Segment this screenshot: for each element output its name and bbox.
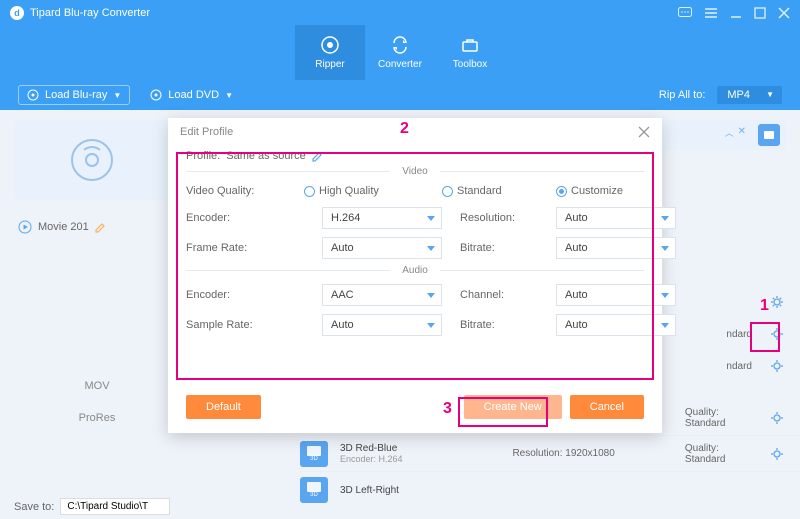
rip-all-label: Rip All to: (659, 89, 705, 101)
app-logo: d Tipard Blu-ray Converter (10, 6, 150, 20)
ripper-icon (320, 35, 340, 55)
feedback-icon[interactable] (678, 7, 692, 19)
sidebar-item-mov[interactable]: MOV (14, 370, 180, 402)
resolution-label: Resolution: (460, 212, 538, 224)
audio-samplerate-select[interactable]: Auto (322, 314, 442, 336)
channel-label: Channel: (460, 289, 538, 301)
radio-high-quality[interactable]: High Quality (304, 185, 442, 197)
play-icon (18, 220, 32, 234)
audio-channel-select[interactable]: Auto (556, 284, 676, 306)
profile-res: Resolution: 1920x1080 (512, 448, 644, 459)
profile-row[interactable]: 3D 3D Red-BlueEncoder: H.264 Resolution:… (300, 436, 800, 472)
gear-icon[interactable] (770, 327, 800, 341)
create-new-button[interactable]: Create New (464, 395, 562, 419)
view-toggles[interactable]: ︿ ✕ (725, 126, 746, 139)
audio-section-header: Audio (186, 265, 644, 276)
profile-title: 3D Left-Right (340, 485, 399, 496)
video-quality-label: Video Quality: (186, 185, 304, 197)
converter-icon (390, 35, 410, 55)
left-panel: Movie 201 MOV ProRes (0, 110, 180, 490)
video-bitrate-select[interactable]: Auto (556, 237, 676, 259)
edit-icon[interactable] (95, 222, 106, 233)
profile-value: Same as source (226, 150, 305, 162)
audio-encoder-select[interactable]: AAC (322, 284, 442, 306)
save-path-input[interactable] (60, 498, 170, 515)
loadbar: Load Blu-ray ▼ Load DVD ▼ Rip All to: MP… (0, 80, 800, 110)
close-icon[interactable] (778, 7, 790, 19)
disc-icon (27, 89, 39, 101)
samplerate-label: Sample Rate: (186, 319, 304, 331)
gear-icon[interactable] (770, 447, 800, 461)
video-encoder-select[interactable]: H.264 (322, 207, 442, 229)
save-label: Save to: (14, 501, 54, 513)
disc-thumbnail[interactable] (14, 120, 169, 200)
encoder-label: Encoder: (186, 212, 304, 224)
default-button[interactable]: Default (186, 395, 261, 419)
video-section-header: Video (186, 166, 644, 177)
minimize-icon[interactable] (730, 7, 742, 19)
close-icon[interactable] (638, 126, 650, 138)
gear-icon[interactable] (770, 295, 800, 309)
load-dvd-button[interactable]: Load DVD ▼ (142, 86, 241, 104)
tab-toolbox[interactable]: Toolbox (435, 25, 505, 80)
profile-quality: Quality: Standard (685, 443, 758, 465)
video-framerate-select[interactable]: Auto (322, 237, 442, 259)
radio-standard[interactable]: Standard (442, 185, 556, 197)
bluray-disc-icon (68, 136, 116, 184)
logo-icon: d (10, 6, 24, 20)
encoder-label: Encoder: (186, 289, 304, 301)
disc-icon (150, 89, 162, 101)
save-bar: Save to: (14, 498, 170, 515)
gear-icon[interactable] (770, 359, 800, 373)
mode-tabs: Ripper Converter Toolbox (0, 25, 800, 80)
movie-title: Movie 201 (38, 221, 89, 233)
bitrate-label: Bitrate: (460, 242, 538, 254)
load-bluray-button[interactable]: Load Blu-ray ▼ (18, 85, 130, 105)
chevron-down-icon: ▼ (225, 91, 233, 100)
bitrate-label: Bitrate: (460, 319, 538, 331)
profile-row[interactable]: 3D 3D Left-Right (300, 472, 800, 508)
audio-bitrate-select[interactable]: Auto (556, 314, 676, 336)
menu-icon[interactable] (704, 7, 718, 19)
toolbox-icon (460, 35, 480, 55)
edit-icon[interactable] (312, 151, 323, 162)
dialog-title: Edit Profile (180, 126, 233, 138)
radio-customize[interactable]: Customize (556, 185, 623, 197)
format-badge-mp4[interactable] (758, 124, 780, 146)
tab-converter[interactable]: Converter (365, 25, 435, 80)
tab-ripper[interactable]: Ripper (295, 25, 365, 80)
close-small-icon[interactable]: ✕ (738, 126, 746, 139)
profile-label: Profile: (186, 150, 220, 162)
cancel-button[interactable]: Cancel (570, 395, 644, 419)
quality-cell: ndard (726, 361, 752, 372)
titlebar: d Tipard Blu-ray Converter (0, 0, 800, 25)
video-resolution-select[interactable]: Auto (556, 207, 676, 229)
quality-cell: ndard (726, 329, 752, 340)
profile-title: 3D Red-Blue (340, 443, 472, 454)
gear-icon[interactable] (770, 411, 800, 425)
sidebar-item-prores[interactable]: ProRes (14, 402, 180, 434)
chevron-down-icon: ▼ (113, 91, 121, 100)
profile-quality: Quality: Standard (685, 407, 758, 429)
chevron-up-icon[interactable]: ︿ (725, 126, 734, 139)
movie-item[interactable]: Movie 201 (14, 214, 180, 240)
format-thumb-icon: 3D (300, 477, 328, 503)
edit-profile-dialog: Edit Profile Profile: Same as source Vid… (168, 118, 662, 433)
rip-all-select[interactable]: MP4 (717, 86, 782, 104)
framerate-label: Frame Rate: (186, 242, 304, 254)
app-title: Tipard Blu-ray Converter (30, 7, 150, 19)
format-thumb-icon: 3D (300, 441, 328, 467)
maximize-icon[interactable] (754, 7, 766, 19)
